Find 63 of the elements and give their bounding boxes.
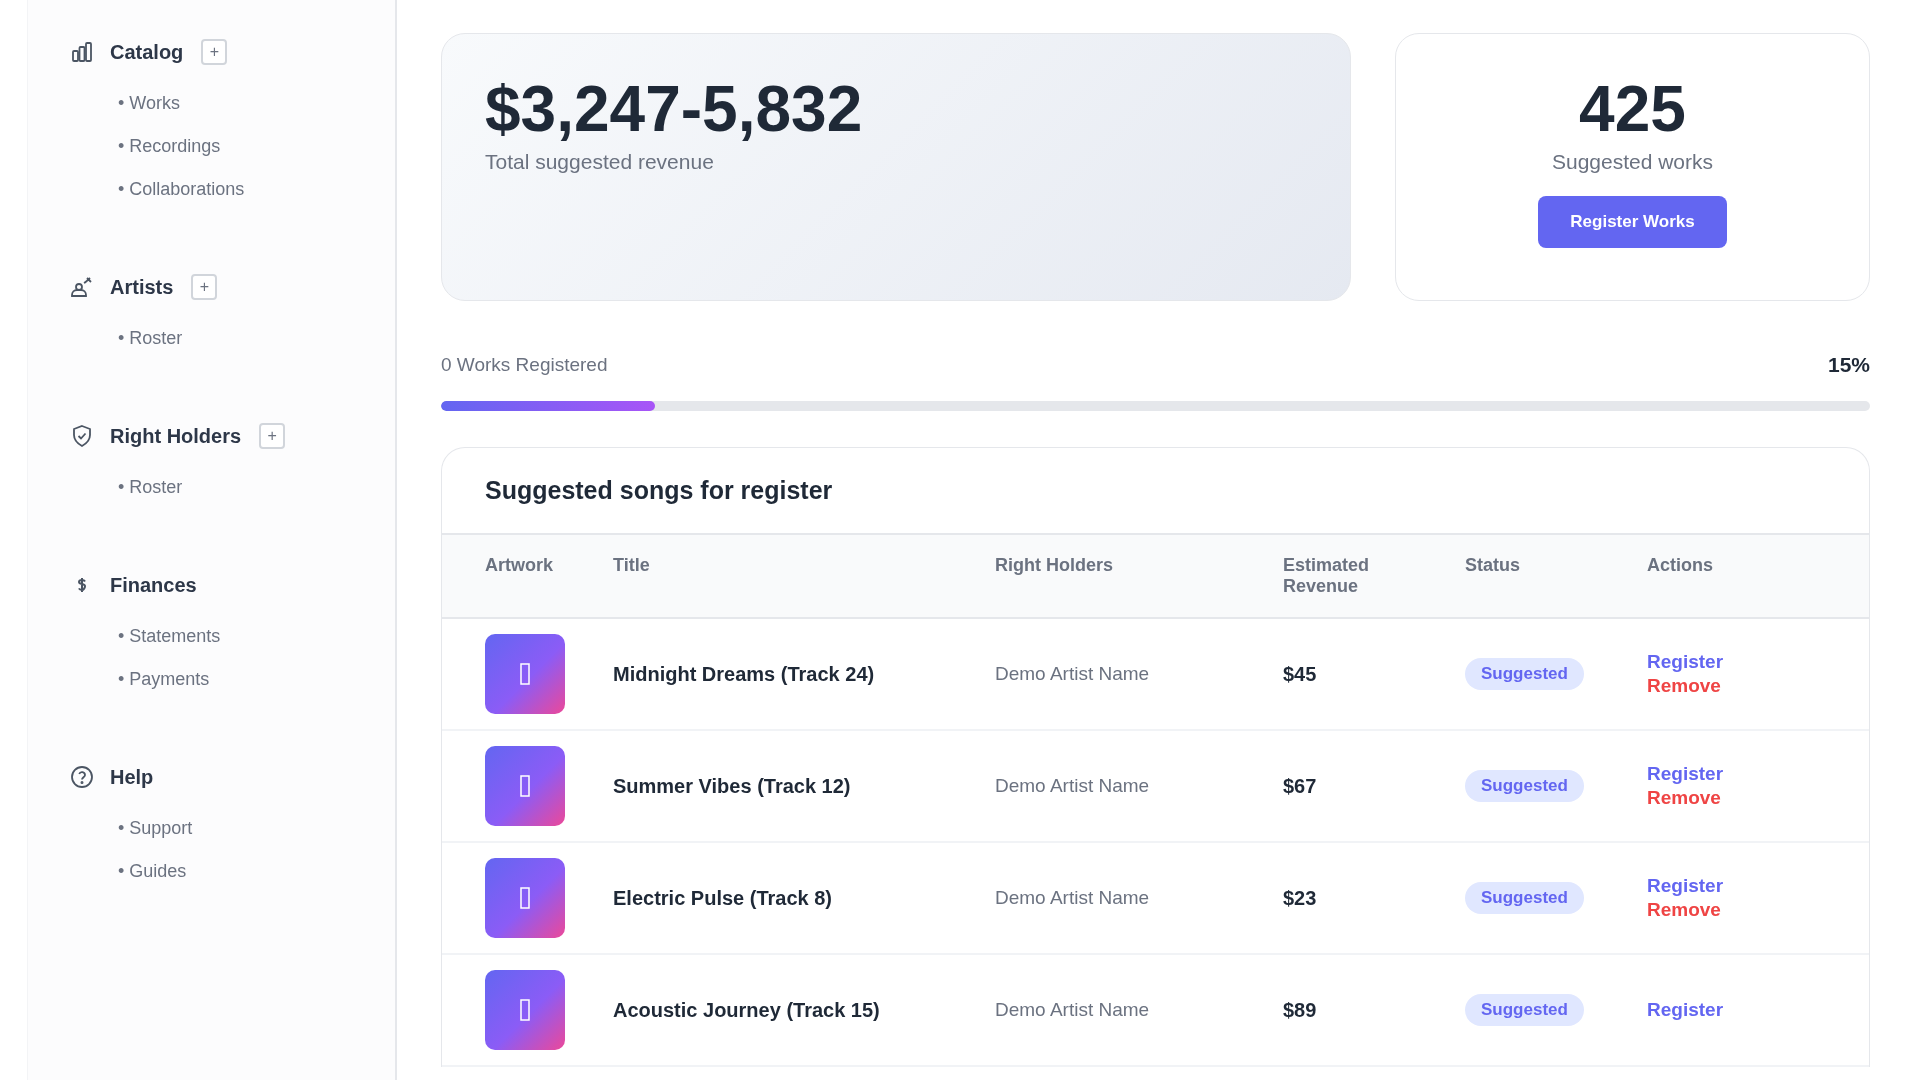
register-link[interactable]: Register: [1647, 998, 1724, 1022]
estimated-revenue: $89: [1283, 998, 1318, 1022]
right-holder: Demo Artist Name: [995, 663, 1151, 685]
works-count: 425: [1579, 74, 1686, 145]
song-title: Summer Vibes (Track 12): [613, 774, 852, 798]
remove-link[interactable]: Remove: [1647, 674, 1721, 698]
right-holder: Demo Artist Name: [995, 999, 1151, 1021]
sidebar-item[interactable]: • Collaborations: [118, 168, 395, 211]
table-title: Suggested songs for register: [484, 475, 834, 506]
section-title[interactable]: Catalog: [110, 40, 184, 64]
right-holder: Demo Artist Name: [995, 775, 1151, 797]
shield-check-icon: [70, 424, 94, 448]
remove-link[interactable]: Remove: [1647, 898, 1721, 922]
section-title[interactable]: Artists: [110, 275, 174, 299]
sidebar-item[interactable]: • Works: [118, 82, 395, 125]
remove-link[interactable]: Remove: [1647, 786, 1721, 810]
section-title[interactable]: Right Holders: [110, 424, 242, 448]
add-button[interactable]: +: [259, 423, 286, 449]
column-header: Artwork: [485, 555, 554, 576]
right-holder: Demo Artist Name: [995, 887, 1151, 909]
revenue-value: $3,247-5,832: [485, 74, 864, 145]
register-link[interactable]: Register: [1647, 650, 1724, 674]
song-title: Electric Pulse (Track 8): [613, 886, 833, 910]
estimated-revenue: $67: [1283, 774, 1318, 798]
song-title: Midnight Dreams (Track 24): [613, 662, 876, 686]
sidebar-item[interactable]: • Support: [118, 807, 395, 850]
people-icon: [70, 275, 94, 299]
register-link[interactable]: Register: [1647, 762, 1724, 786]
dollar-icon: [76, 577, 88, 593]
progress-label: 0 Works Registered: [441, 354, 608, 376]
glyph-box-icon: [520, 663, 530, 685]
status-badge: Suggested: [1465, 658, 1584, 690]
glyph-box-icon: [520, 775, 530, 797]
register-link[interactable]: Register: [1647, 874, 1724, 898]
add-button[interactable]: +: [201, 39, 228, 65]
column-header: Right Holders: [995, 555, 1114, 576]
section-title[interactable]: Help: [110, 765, 154, 789]
revenue-label: Total suggested revenue: [485, 150, 715, 175]
status-badge: Suggested: [1465, 994, 1584, 1026]
add-button[interactable]: +: [191, 274, 218, 300]
help-icon: [70, 765, 94, 789]
section-title[interactable]: Finances: [110, 573, 197, 597]
column-header: Estimated Revenue: [1283, 555, 1371, 597]
sidebar-item[interactable]: • Guides: [118, 850, 395, 893]
sidebar-item[interactable]: • Payments: [118, 658, 395, 701]
glyph-box-icon: [520, 999, 530, 1021]
status-badge: Suggested: [1465, 770, 1584, 802]
sidebar-item[interactable]: • Statements: [118, 615, 395, 658]
progress-percent: 15%: [1827, 353, 1870, 377]
works-label: Suggested works: [1551, 150, 1714, 175]
glyph-box-icon: [520, 887, 530, 909]
column-header: Status: [1465, 555, 1521, 576]
sidebar-item[interactable]: • Roster: [118, 466, 395, 509]
bar-chart-icon: [70, 40, 94, 64]
status-badge: Suggested: [1465, 882, 1584, 914]
sidebar-item[interactable]: • Recordings: [118, 125, 395, 168]
register-works-button[interactable]: Register Works: [1538, 196, 1727, 249]
sidebar-item[interactable]: • Roster: [118, 317, 395, 360]
estimated-revenue: $45: [1283, 662, 1318, 686]
column-header: Title: [613, 555, 651, 576]
song-title: Acoustic Journey (Track 15): [613, 998, 881, 1022]
estimated-revenue: $23: [1283, 886, 1318, 910]
column-header: Actions: [1647, 555, 1714, 576]
